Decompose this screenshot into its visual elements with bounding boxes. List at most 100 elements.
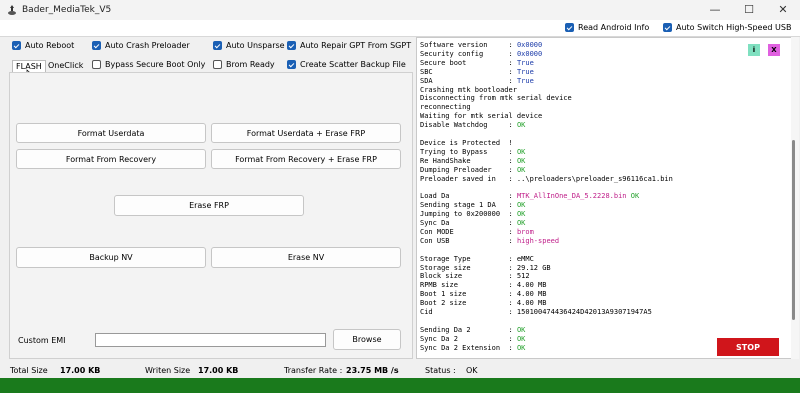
format-userdata-erase-frp-button[interactable]: Format Userdata + Erase FRP <box>211 123 401 143</box>
log-line-text: Cid : 150100474436424D42013A93071947A5 <box>420 308 652 316</box>
close-icon[interactable]: ✕ <box>766 0 800 20</box>
minimize-icon[interactable]: — <box>698 0 732 20</box>
log-line: Con USB : high-speed <box>420 237 559 246</box>
checkbox-checked-icon <box>12 41 21 50</box>
log-line-text: Sync Da 2 : <box>420 334 517 343</box>
format-userdata-button[interactable]: Format Userdata <box>16 123 206 143</box>
read-android-info-label: Read Android Info <box>578 23 650 32</box>
log-line: Disable Watchdog : OK <box>420 121 525 130</box>
checkbox-checked-icon <box>92 41 101 50</box>
log-line-text: Con MODE : <box>420 227 517 236</box>
log-line-value: True <box>516 58 534 67</box>
checkbox-checked-icon <box>213 41 222 50</box>
log-line-text: Load Da : <box>420 192 517 201</box>
clear-log-icon[interactable]: X <box>768 44 780 56</box>
log-line-value: OK <box>516 165 526 174</box>
log-line-text: Re HandShake : <box>420 156 517 165</box>
log-line-text: Storage size : 29.12 GB <box>420 263 551 272</box>
info-icon[interactable]: i <box>748 44 760 56</box>
log-line-value: OK <box>516 325 526 334</box>
log-line-text: Trying to Bypass : <box>420 147 517 156</box>
checkbox-checked-icon <box>565 23 574 32</box>
log-line-text: SDA : <box>420 76 517 85</box>
checkbox-unchecked-icon <box>92 60 101 69</box>
log-line-status: OK <box>626 192 640 201</box>
backup-nv-button[interactable]: Backup NV <box>16 247 206 268</box>
auto-switch-usb-checkbox[interactable]: Auto Switch High-Speed USB <box>663 23 791 32</box>
log-line-text: Dumping Preloader : <box>420 165 517 174</box>
log-scrollbar-thumb[interactable] <box>792 140 795 320</box>
log-line-text: Con USB : <box>420 236 517 245</box>
written-size-value: 17.00 KB <box>198 366 239 375</box>
log-line-text: SBC : <box>420 67 517 76</box>
auto-repair-gpt-label: Auto Repair GPT From SGPT <box>300 41 412 50</box>
log-line: Sync Da 2 Extension : OK <box>420 344 525 353</box>
auto-repair-gpt-checkbox[interactable]: Auto Repair GPT From SGPT <box>287 41 411 50</box>
progress-bar <box>0 378 800 393</box>
log-line-value: OK <box>516 156 526 165</box>
read-android-info-checkbox[interactable]: Read Android Info <box>565 23 649 32</box>
log-line-value: high-speed <box>516 236 560 245</box>
log-line-value: OK <box>516 147 526 156</box>
checkbox-checked-icon <box>287 60 296 69</box>
log-line-text: Secure boot : <box>420 58 517 67</box>
log-line-value: MTK_AllInOne_DA_5.2228.bin <box>516 192 627 201</box>
title-bar: Bader_MediaTek_V5 — ☐ ✕ <box>0 0 800 20</box>
log-line-text: Waiting for mtk serial device <box>420 112 543 121</box>
checkbox-checked-icon <box>287 41 296 50</box>
browse-button[interactable]: Browse <box>333 329 401 350</box>
format-from-recovery-button[interactable]: Format From Recovery <box>16 149 206 169</box>
checkbox-unchecked-icon <box>213 60 222 69</box>
log-line-value: brom <box>516 227 534 236</box>
auto-crash-preloader-checkbox[interactable]: Auto Crash Preloader <box>92 41 190 50</box>
app-icon <box>8 5 16 15</box>
brom-ready-checkbox[interactable]: Brom Ready <box>213 60 275 69</box>
log-line: Preloader saved in : ..\preloaders\prelo… <box>420 175 673 184</box>
log-line-value: OK <box>516 334 526 343</box>
total-size-label: Total Size <box>10 366 48 375</box>
log-line-value: True <box>516 76 534 85</box>
checkbox-checked-icon <box>663 23 672 32</box>
log-line-text: Sending Da 2 : <box>420 325 517 334</box>
log-line-text: Disable Watchdog : <box>420 121 517 130</box>
log-line-text: Block size : 512 <box>420 272 530 281</box>
log-line-text: Boot 1 size : 4.00 MB <box>420 290 547 299</box>
total-size-value: 17.00 KB <box>60 366 101 375</box>
log-line-value: 0x0000 <box>516 49 543 58</box>
log-line-text: Crashing mtk bootloader <box>420 85 517 94</box>
log-line-text: Jumping to 0x200000 : <box>420 210 517 219</box>
erase-nv-button[interactable]: Erase NV <box>211 247 401 268</box>
tab-oneclick[interactable]: OneClick <box>45 60 86 72</box>
bypass-secure-boot-label: Bypass Secure Boot Only <box>105 60 206 69</box>
custom-imei-label: Custom EMI <box>18 336 66 345</box>
status-value: OK <box>466 366 478 375</box>
log-line-text: Sync Da 2 Extension : <box>420 343 517 352</box>
log-line-value: True <box>516 67 534 76</box>
auto-unsparse-checkbox[interactable]: Auto Unsparse <box>213 41 285 50</box>
create-scatter-backup-label: Create Scatter Backup File <box>300 60 406 69</box>
bypass-secure-boot-checkbox[interactable]: Bypass Secure Boot Only <box>92 60 205 69</box>
log-line-value: OK <box>516 121 526 130</box>
log-line-text: RPMB size : 4.00 MB <box>420 281 547 290</box>
window-title: Bader_MediaTek_V5 <box>22 5 112 15</box>
log-line-text: Boot 2 size : 4.00 MB <box>420 299 547 308</box>
log-line-text: Storage Type : eMMC <box>420 254 534 263</box>
auto-reboot-label: Auto Reboot <box>25 41 75 50</box>
format-from-recovery-erase-frp-button[interactable]: Format From Recovery + Erase FRP <box>211 149 401 169</box>
log-line-value: OK <box>516 343 526 352</box>
auto-reboot-checkbox[interactable]: Auto Reboot <box>12 41 74 50</box>
custom-imei-input[interactable] <box>95 333 326 347</box>
maximize-icon[interactable]: ☐ <box>732 0 766 20</box>
stop-button[interactable]: STOP <box>717 338 779 356</box>
transfer-rate-value: 23.75 MB /s <box>346 366 399 375</box>
status-bar: Total Size 17.00 KB Writen Size 17.00 KB… <box>0 361 800 377</box>
log-line-text: Security config : <box>420 49 517 58</box>
create-scatter-backup-checkbox[interactable]: Create Scatter Backup File <box>287 60 406 69</box>
erase-frp-button[interactable]: Erase FRP <box>114 195 304 216</box>
log-line-text: Device is Protected ! <box>420 138 513 147</box>
transfer-rate-label: Transfer Rate : <box>284 366 343 375</box>
log-output[interactable]: Software version : 0x0000 Security config… <box>416 37 792 359</box>
log-line-text: Sync Da : <box>420 219 517 227</box>
brom-ready-label: Brom Ready <box>226 60 275 69</box>
log-line-text: Disconnecting from mtk serial device <box>420 94 572 103</box>
